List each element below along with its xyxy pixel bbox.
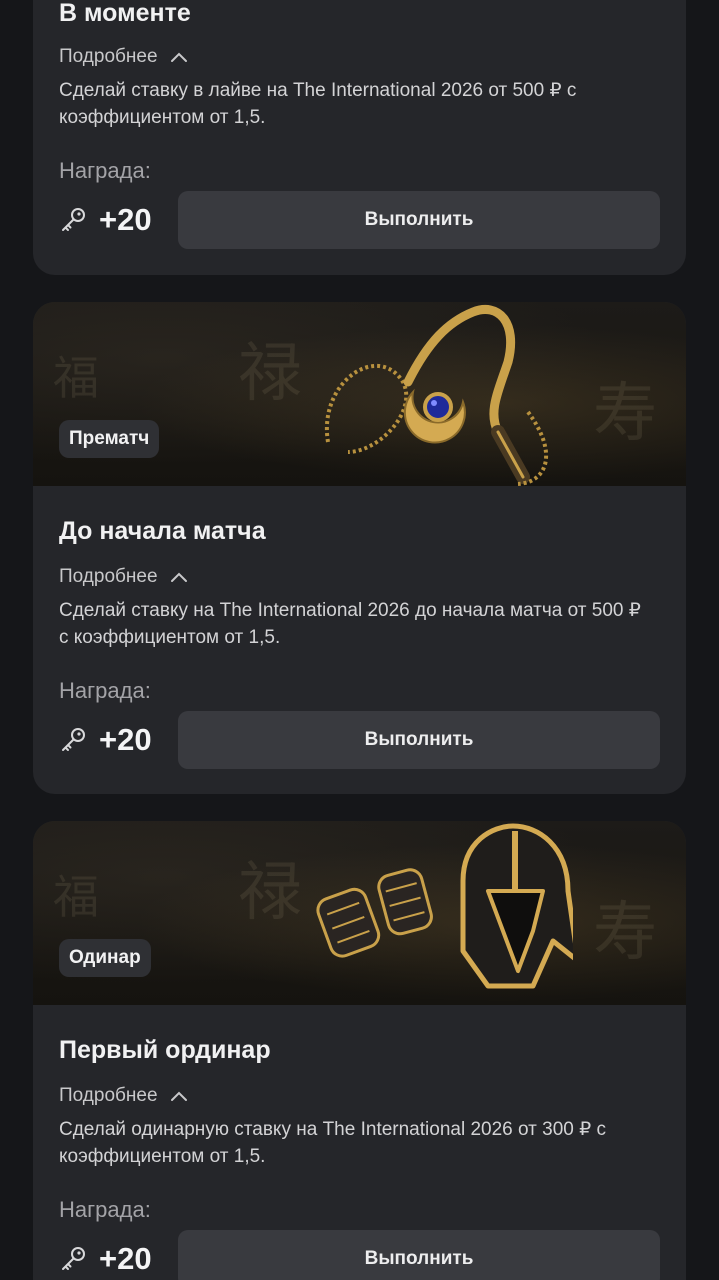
reward-value: +20 (99, 1241, 152, 1276)
task-card: 禄 寿 福 Прематч До начала матча Подробнее … (33, 302, 686, 794)
task-banner: 禄 寿 福 Одинар (33, 821, 686, 1005)
reward-label: Награда: (59, 1197, 151, 1222)
amulet-illustration (324, 305, 548, 486)
key-icon (62, 728, 85, 751)
reward-row: +20 Выполнить (59, 1230, 660, 1280)
key-icon (62, 1247, 85, 1270)
reward-points: +20 (59, 202, 178, 238)
task-title: Первый ординар (59, 1036, 271, 1064)
details-label: Подробнее (59, 566, 158, 587)
chevron-up-icon (170, 572, 187, 582)
details-toggle[interactable]: Подробнее (59, 1085, 188, 1107)
reward-points: +20 (59, 1241, 178, 1277)
key-icon (62, 208, 85, 231)
task-description: Сделай ставку на The International 2026 … (59, 600, 641, 648)
complete-button[interactable]: Выполнить (178, 1230, 660, 1280)
reward-label: Награда: (59, 158, 151, 183)
chevron-up-icon (170, 52, 187, 62)
reward-value: +20 (99, 722, 152, 757)
reward-label: Награда: (59, 678, 151, 703)
task-type-badge: Прематч (59, 420, 160, 458)
details-label: Подробнее (59, 1085, 158, 1106)
task-banner: 禄 寿 福 Прематч (33, 302, 686, 486)
task-description: Сделай одинарную ставку на The Internati… (59, 1119, 606, 1167)
helmet-gauntlets-illustration (316, 823, 573, 989)
task-title: До начала матча (59, 517, 266, 545)
details-label: Подробнее (59, 46, 158, 67)
details-toggle[interactable]: Подробнее (59, 46, 188, 68)
reward-row: +20 Выполнить (59, 191, 660, 249)
task-list: В моменте Подробнее Сделай ставку в лайв… (0, 0, 719, 1280)
task-description: Сделай ставку в лайве на The Internation… (59, 80, 577, 128)
reward-row: +20 Выполнить (59, 711, 660, 769)
chevron-up-icon (170, 1091, 187, 1101)
reward-value: +20 (99, 202, 152, 237)
task-card: В моменте Подробнее Сделай ставку в лайв… (33, 0, 686, 275)
task-type-badge: Одинар (59, 939, 151, 977)
complete-button[interactable]: Выполнить (178, 191, 660, 249)
complete-button[interactable]: Выполнить (178, 711, 660, 769)
reward-points: +20 (59, 722, 178, 758)
task-title: В моменте (59, 0, 191, 27)
task-card: 禄 寿 福 Одинар Первый ординар Подробнее Сд… (33, 821, 686, 1280)
details-toggle[interactable]: Подробнее (59, 566, 188, 588)
